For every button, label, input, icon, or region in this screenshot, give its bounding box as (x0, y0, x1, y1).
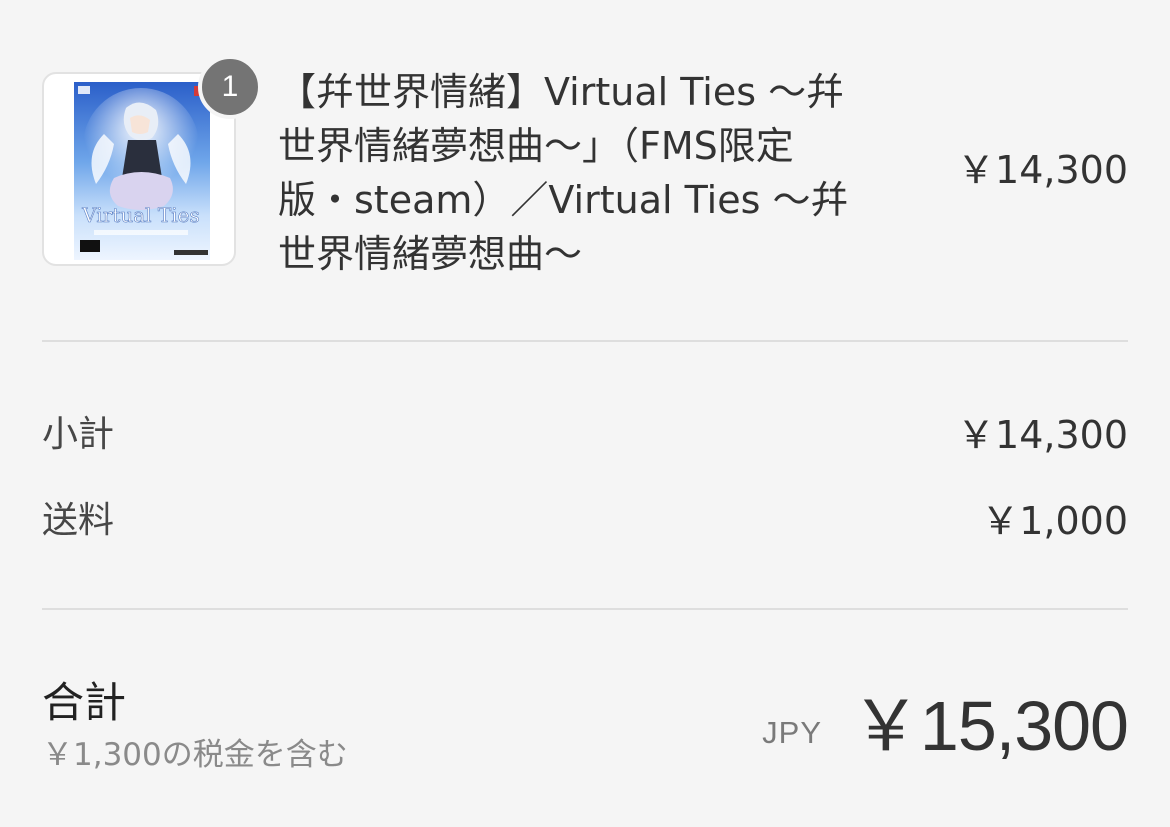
order-summary: Virtual Ties 1 【幷世界情緒】Virtual Ties 〜幷世界情… (0, 0, 1170, 827)
divider (42, 340, 1128, 342)
shipping-label: 送料 (42, 500, 115, 541)
subtotal-row: 小計 ￥14,300 (42, 410, 1128, 460)
divider (42, 608, 1128, 610)
subtotal-label: 小計 (42, 414, 115, 455)
shipping-value: ￥1,000 (981, 499, 1128, 543)
line-item-price: ￥14,300 (957, 148, 1128, 192)
total-row: 合計 ￥1,300の税金を含む JPY ￥15,300 (42, 672, 1129, 792)
total-label: 合計 (42, 678, 127, 727)
quantity-badge: 1 (198, 55, 262, 119)
currency-code: JPY (762, 715, 822, 750)
total-value: ￥15,300 (850, 687, 1129, 765)
product-thumbnail-wrapper: Virtual Ties 1 (42, 55, 262, 266)
shipping-row: 送料 ￥1,000 (42, 496, 1128, 546)
tax-note: ￥1,300の税金を含む (42, 737, 348, 773)
subtotal-value: ￥14,300 (957, 413, 1128, 457)
product-title: 【幷世界情緒】Virtual Ties 〜幷世界情緒夢想曲〜」（FMS限定版・s… (278, 70, 849, 276)
cover-title: Virtual Ties (81, 203, 199, 227)
cart-line-item: Virtual Ties 1 【幷世界情緒】Virtual Ties 〜幷世界情… (42, 50, 1128, 280)
